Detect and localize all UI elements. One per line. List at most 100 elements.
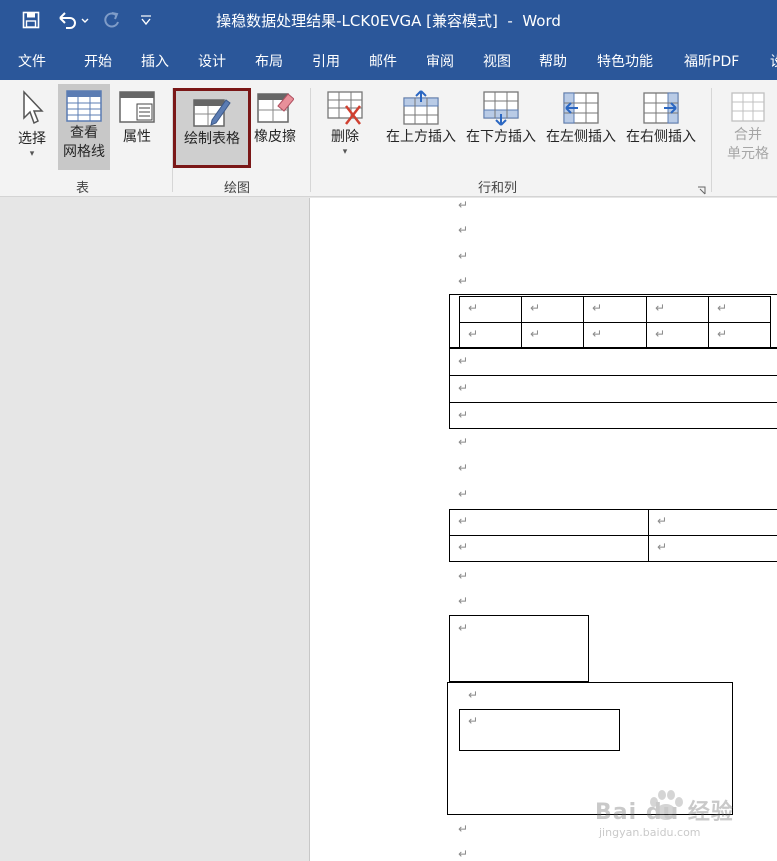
group-label-draw: 绘图 xyxy=(224,181,251,196)
paragraph-mark: ↵ xyxy=(458,435,469,449)
delete-label: 删除 xyxy=(331,129,359,145)
table-gridlines-icon xyxy=(66,90,102,122)
cell-mark: ↵ xyxy=(717,301,728,315)
paragraph-mark: ↵ xyxy=(458,223,469,237)
group-separator xyxy=(711,88,712,192)
insert-above-button[interactable]: 在上方插入 xyxy=(382,90,460,147)
insert-right-label: 在右侧插入 xyxy=(626,129,696,145)
paragraph-mark: ↵ xyxy=(458,198,469,212)
eraser-label: 橡皮擦 xyxy=(254,129,296,145)
document-page[interactable]: ↵ ↵ ↵ ↵ ↵ ↵ ↵ ↵ ↵ ↵ ↵ ↵ ↵ ↵ ↵ ↵ ↵ ↵ ↵ ↵ … xyxy=(309,198,777,861)
title-bar: 操稳数据处理结果-LCK0EVGA [兼容模式] - Word xyxy=(0,0,777,40)
cell-mark: ↵ xyxy=(530,301,541,315)
tab-settings-partial[interactable]: 设 xyxy=(770,51,777,71)
delete-button[interactable]: 删除 ▾ xyxy=(322,90,368,157)
group-label-table: 表 xyxy=(76,181,90,196)
insert-row-above-icon xyxy=(403,90,439,125)
insert-right-button[interactable]: 在右侧插入 xyxy=(622,90,700,147)
insert-column-left-icon xyxy=(563,92,599,124)
cell-mark: ↵ xyxy=(592,301,603,315)
tab-home[interactable]: 开始 xyxy=(84,51,112,71)
gridlines-label-2: 网格线 xyxy=(63,144,105,160)
table-col-divider xyxy=(648,509,649,562)
merge-label-1: 合并 xyxy=(734,127,762,143)
drawn-table-small[interactable] xyxy=(449,615,589,682)
table-properties-icon xyxy=(119,91,155,123)
paragraph-mark: ↵ xyxy=(458,569,469,583)
tab-mailings[interactable]: 邮件 xyxy=(369,51,397,71)
baidu-watermark: Bai du 经验 jingyan.baidu.com xyxy=(595,788,775,848)
gridlines-label-1: 查看 xyxy=(70,125,98,141)
cell-mark: ↵ xyxy=(468,327,479,341)
properties-button[interactable]: 属性 xyxy=(114,90,160,147)
cell-mark: ↵ xyxy=(468,688,479,702)
insert-left-button[interactable]: 在左侧插入 xyxy=(542,90,620,147)
paragraph-mark: ↵ xyxy=(458,822,469,836)
cell-mark: ↵ xyxy=(592,327,603,341)
draw-table-label: 绘制表格 xyxy=(184,131,240,147)
paragraph-mark: ↵ xyxy=(458,461,469,475)
tab-foxit-pdf[interactable]: 福昕PDF xyxy=(684,51,739,71)
insert-column-right-icon xyxy=(643,92,679,124)
table-row-divider xyxy=(459,322,771,323)
table-col-divider xyxy=(646,296,647,348)
paragraph-mark: ↵ xyxy=(458,249,469,263)
table-row-divider xyxy=(449,402,777,403)
tab-references[interactable]: 引用 xyxy=(312,51,340,71)
merge-cells-button[interactable]: 合并 单元格 xyxy=(722,90,774,164)
chevron-down-icon: ▾ xyxy=(342,147,348,157)
select-label: 选择 xyxy=(18,131,46,147)
table-col-divider xyxy=(521,296,522,348)
insert-below-button[interactable]: 在下方插入 xyxy=(462,90,540,147)
cursor-arrow-icon xyxy=(23,90,44,125)
cell-mark: ↵ xyxy=(530,327,541,341)
tab-insert[interactable]: 插入 xyxy=(141,51,169,71)
paragraph-mark: ↵ xyxy=(458,847,469,861)
cell-mark: ↵ xyxy=(458,514,469,528)
chevron-down-icon: ▾ xyxy=(29,149,35,159)
insert-left-label: 在左侧插入 xyxy=(546,129,616,145)
ribbon-tabs: 文件 开始 插入 设计 布局 引用 邮件 审阅 视图 帮助 特色功能 福昕PDF… xyxy=(0,40,777,80)
tab-help[interactable]: 帮助 xyxy=(539,51,567,71)
paragraph-mark: ↵ xyxy=(458,274,469,288)
insert-row-below-icon xyxy=(483,91,519,126)
draw-table-icon xyxy=(193,99,231,127)
view-gridlines-button[interactable]: 查看 网格线 xyxy=(58,84,110,170)
cell-mark: ↵ xyxy=(655,327,666,341)
paragraph-mark: ↵ xyxy=(458,594,469,608)
insert-above-label: 在上方插入 xyxy=(386,129,456,145)
cell-mark: ↵ xyxy=(458,540,469,554)
cell-mark: ↵ xyxy=(458,381,469,395)
drawn-table-nested[interactable] xyxy=(459,709,620,751)
dialog-launcher-icon[interactable] xyxy=(697,181,707,195)
draw-table-button[interactable]: 绘制表格 xyxy=(173,88,251,168)
eraser-icon xyxy=(257,93,294,123)
cell-mark: ↵ xyxy=(458,354,469,368)
watermark-url: jingyan.baidu.com xyxy=(599,826,701,839)
tab-layout[interactable]: 布局 xyxy=(255,51,283,71)
tab-design[interactable]: 设计 xyxy=(198,51,226,71)
group-separator xyxy=(310,88,311,192)
group-label-rows-columns: 行和列 xyxy=(478,181,518,196)
table-single-column[interactable] xyxy=(449,348,777,429)
insert-below-label: 在下方插入 xyxy=(466,129,536,145)
table-col-divider xyxy=(583,296,584,348)
watermark-brand: Bai du 经验 xyxy=(595,800,734,825)
tab-view[interactable]: 视图 xyxy=(483,51,511,71)
cell-mark: ↵ xyxy=(657,540,668,554)
cell-mark: ↵ xyxy=(468,301,479,315)
ribbon: 选择 ▾ 查看 网格线 属性 绘制表格 橡皮擦 删除 ▾ 在上方插入 在下方插入… xyxy=(0,80,777,197)
table-delete-icon xyxy=(327,91,363,125)
cell-mark: ↵ xyxy=(458,621,469,635)
cell-mark: ↵ xyxy=(655,301,666,315)
select-button[interactable]: 选择 ▾ xyxy=(10,90,54,159)
window-title: 操稳数据处理结果-LCK0EVGA [兼容模式] - Word xyxy=(216,12,561,30)
cell-mark: ↵ xyxy=(717,327,728,341)
table-row-divider xyxy=(449,535,777,536)
merge-label-2: 单元格 xyxy=(727,146,769,162)
properties-label: 属性 xyxy=(123,129,151,145)
tab-review[interactable]: 审阅 xyxy=(426,51,454,71)
tab-file[interactable]: 文件 xyxy=(18,51,46,71)
tab-features[interactable]: 特色功能 xyxy=(597,51,653,71)
eraser-button[interactable]: 橡皮擦 xyxy=(250,90,300,147)
